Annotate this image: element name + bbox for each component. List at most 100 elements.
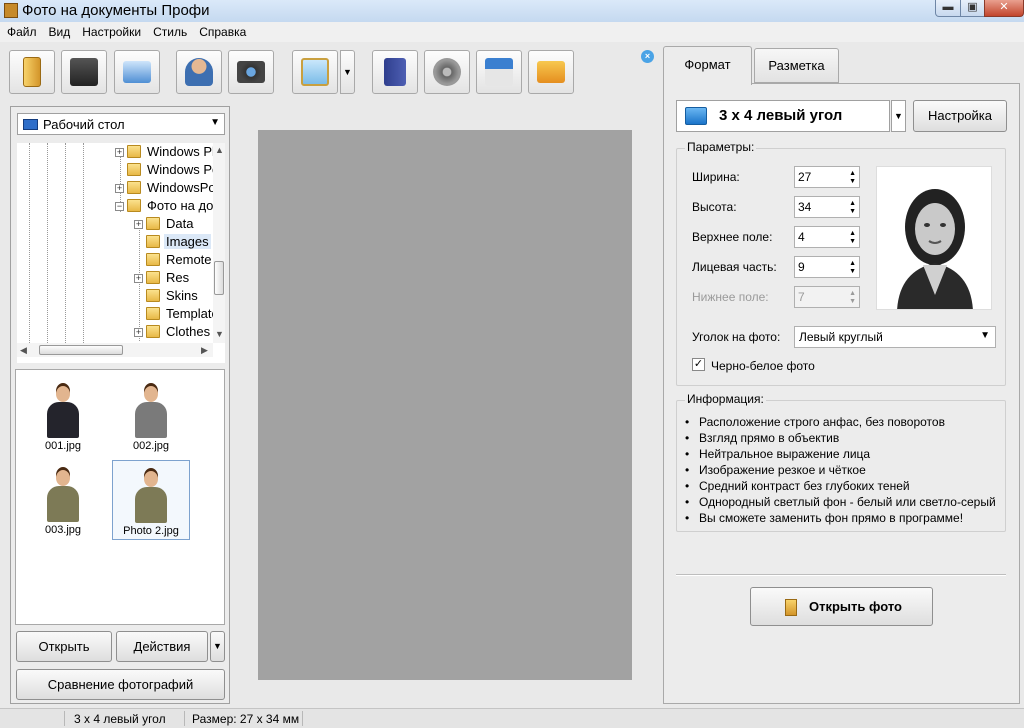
scroll-left-icon[interactable]: ◀ bbox=[20, 345, 27, 356]
compare-photos-button[interactable]: Сравнение фотографий bbox=[16, 669, 225, 700]
open-button[interactable]: Открыть bbox=[16, 631, 112, 662]
toolbar-shop-button[interactable] bbox=[528, 50, 574, 94]
camera-icon bbox=[237, 61, 265, 83]
width-stepper[interactable]: 27 ▲ ▼ bbox=[794, 166, 860, 188]
thumbnail-photo-2[interactable]: Photo 2.jpg bbox=[112, 460, 190, 540]
folder-icon bbox=[146, 289, 160, 302]
height-stepper[interactable]: 34 ▲ ▼ bbox=[794, 196, 860, 218]
bottom-margin-stepper: 7 ▲ ▼ bbox=[794, 286, 860, 308]
scroll-thumb[interactable] bbox=[214, 261, 224, 295]
thumbnail-002[interactable]: 002.jpg bbox=[112, 376, 190, 456]
bw-checkbox[interactable]: ✓ bbox=[692, 358, 705, 371]
tree-item-label: Skins bbox=[166, 288, 198, 303]
folder-icon bbox=[127, 181, 141, 194]
spin-up-icon[interactable]: ▲ bbox=[849, 230, 856, 237]
folder-icon bbox=[127, 163, 141, 176]
toolbar-editor-button[interactable] bbox=[292, 50, 338, 94]
status-bar: 3 x 4 левый угол Размер: 27 x 34 мм bbox=[0, 708, 1024, 728]
desktop-icon bbox=[23, 119, 38, 130]
menu-file[interactable]: Файл bbox=[0, 22, 42, 39]
spin-down-icon[interactable]: ▼ bbox=[849, 208, 856, 215]
open-photo-icon bbox=[785, 599, 797, 616]
user-profile-icon bbox=[185, 58, 213, 86]
spin-down-icon[interactable]: ▼ bbox=[849, 268, 856, 275]
width-value: 27 bbox=[798, 170, 812, 184]
tree-expander[interactable]: + bbox=[115, 148, 124, 157]
toolbar-home-button[interactable] bbox=[476, 50, 522, 94]
minimize-button[interactable]: ▬ bbox=[935, 0, 961, 17]
open-photo-button[interactable]: Открыть фото bbox=[750, 587, 933, 626]
face-size-stepper[interactable]: 9 ▲ ▼ bbox=[794, 256, 860, 278]
scroll-right-icon[interactable]: ▶ bbox=[201, 345, 208, 356]
spin-down-icon: ▼ bbox=[849, 298, 856, 305]
format-select-value: 3 x 4 левый угол bbox=[719, 107, 843, 124]
thumbnail-caption: Photo 2.jpg bbox=[123, 525, 179, 537]
tab-layout[interactable]: Разметка bbox=[754, 48, 839, 83]
folder-icon bbox=[146, 217, 160, 230]
toolbar-help-button[interactable] bbox=[372, 50, 418, 94]
format-select[interactable]: 3 x 4 левый угол bbox=[676, 100, 890, 132]
corner-label: Уголок на фото: bbox=[692, 330, 781, 344]
scroll-down-icon[interactable]: ▼ bbox=[215, 329, 224, 339]
tree-item-label: Images bbox=[164, 234, 211, 249]
info-item: Нейтральное выражение лица bbox=[677, 447, 1005, 463]
tree-expander[interactable]: + bbox=[134, 274, 143, 283]
maximize-button[interactable]: ▣ bbox=[960, 0, 985, 17]
toolbar-close-icon[interactable]: × bbox=[641, 50, 654, 63]
tree-expander[interactable]: + bbox=[115, 184, 124, 193]
menu-view[interactable]: Вид bbox=[42, 22, 76, 39]
spin-up-icon[interactable]: ▲ bbox=[849, 200, 856, 207]
corner-select[interactable]: Левый круглый ▼ bbox=[794, 326, 996, 348]
tree-expander[interactable]: − bbox=[115, 202, 124, 211]
menu-help[interactable]: Справка bbox=[192, 22, 251, 39]
param-label-width: Ширина: bbox=[692, 170, 740, 184]
tree-item-label: Remote bbox=[166, 252, 212, 267]
param-label-face: Лицевая часть: bbox=[692, 260, 777, 274]
close-window-button[interactable]: ✕ bbox=[984, 0, 1024, 17]
toolbar-save-button[interactable] bbox=[61, 50, 107, 94]
scroll-thumb[interactable] bbox=[39, 345, 123, 355]
spin-down-icon[interactable]: ▼ bbox=[849, 178, 856, 185]
menu-settings[interactable]: Настройки bbox=[75, 22, 146, 39]
format-dropdown-arrow[interactable]: ▼ bbox=[891, 100, 906, 132]
tree-horizontal-scrollbar[interactable]: ◀ ▶ bbox=[17, 343, 213, 357]
scroll-up-icon[interactable]: ▲ bbox=[215, 145, 224, 155]
format-panel: 3 x 4 левый угол ▼ Настройка Параметры: … bbox=[663, 83, 1020, 704]
toolbar-open-button[interactable] bbox=[9, 50, 55, 94]
thumbnail-003[interactable]: 003.jpg bbox=[24, 460, 102, 540]
param-label-top-margin: Верхнее поле: bbox=[692, 230, 773, 244]
info-item: Однородный светлый фон - белый или светл… bbox=[677, 495, 1005, 511]
toolbar-dropdown-arrow[interactable]: ▼ bbox=[340, 50, 355, 94]
folder-icon bbox=[127, 145, 141, 158]
toolbar-print-button[interactable] bbox=[114, 50, 160, 94]
spin-down-icon[interactable]: ▼ bbox=[849, 238, 856, 245]
actions-dropdown-arrow[interactable]: ▼ bbox=[210, 631, 225, 662]
tree-expander[interactable]: + bbox=[134, 220, 143, 229]
sample-photo bbox=[876, 166, 992, 310]
folder-select[interactable]: Рабочий стол ▼ bbox=[17, 113, 225, 135]
window-title: Фото на документы Профи bbox=[22, 2, 210, 19]
folder-tree[interactable]: + Windows Ph Windows Po + WindowsPov − Ф… bbox=[17, 143, 225, 363]
tree-vertical-scrollbar[interactable]: ▲ ▼ bbox=[213, 143, 225, 343]
menu-style[interactable]: Стиль bbox=[146, 22, 192, 39]
tree-expander[interactable]: + bbox=[134, 328, 143, 337]
tree-item-label: Res bbox=[166, 270, 190, 285]
settings-button[interactable]: Настройка bbox=[913, 100, 1007, 132]
thumbnail-001[interactable]: 001.jpg bbox=[24, 376, 102, 456]
menu-bar: Файл Вид Настройки Стиль Справка bbox=[0, 22, 1024, 42]
tab-format[interactable]: Формат bbox=[663, 46, 752, 85]
toolbar-camera-button[interactable] bbox=[228, 50, 274, 94]
spin-up-icon[interactable]: ▲ bbox=[849, 260, 856, 267]
info-item: Средний контраст без глубоких теней bbox=[677, 479, 1005, 495]
photo-preview-canvas[interactable] bbox=[258, 130, 632, 680]
toolbar-video-button[interactable] bbox=[424, 50, 470, 94]
help-book-icon bbox=[384, 58, 406, 86]
height-value: 34 bbox=[798, 200, 812, 214]
toolbar-profile-button[interactable] bbox=[176, 50, 222, 94]
top-margin-stepper[interactable]: 4 ▲ ▼ bbox=[794, 226, 860, 248]
spin-up-icon[interactable]: ▲ bbox=[849, 170, 856, 177]
photo-thumbnail bbox=[43, 466, 83, 524]
actions-button[interactable]: Действия bbox=[116, 631, 208, 662]
status-size: Размер: 27 x 34 мм bbox=[192, 712, 300, 726]
chevron-down-icon: ▼ bbox=[980, 330, 990, 341]
